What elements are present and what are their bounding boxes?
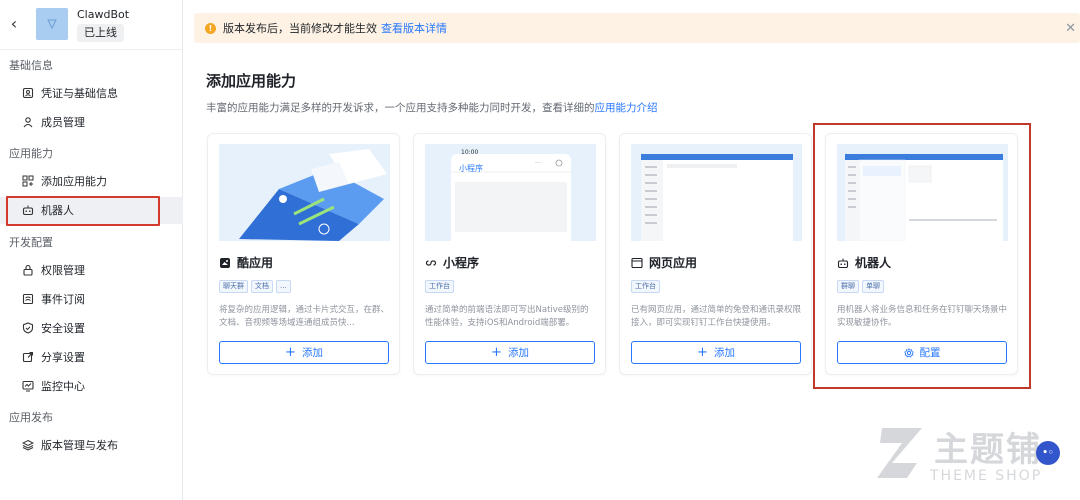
- app-status-badge: 已上线: [77, 24, 124, 42]
- card-description: 已有网页应用，通过简单的免登和通讯录权限接入，即可实现钉钉工作台快捷使用。: [631, 305, 802, 328]
- svg-text:···: ···: [535, 160, 541, 167]
- sidebar-item-events[interactable]: 事件订阅: [22, 289, 85, 309]
- sidebar-item-permissions[interactable]: 权限管理: [22, 260, 85, 280]
- add-web-app-button[interactable]: + 添加: [631, 341, 801, 364]
- web-app-icon: [631, 257, 643, 269]
- sidebar-item-versions[interactable]: 版本管理与发布: [22, 435, 118, 455]
- plus-icon: +: [491, 345, 502, 360]
- share-icon: [22, 351, 34, 363]
- sidebar-item-label: 凭证与基础信息: [41, 87, 118, 100]
- section-title-capabilities: 应用能力: [9, 147, 53, 160]
- robot-card-highlight-box: [813, 123, 1031, 389]
- sidebar: ‹ ClawdBot 已上线 基础信息 凭证与基础信息 成员管理 应用能力 添加…: [0, 0, 183, 500]
- watermark-subtext: THEME SHOP: [930, 468, 1043, 484]
- view-version-details-link[interactable]: 查看版本详情: [381, 20, 447, 36]
- button-label: 添加: [713, 347, 735, 359]
- sidebar-item-label: 版本管理与发布: [41, 439, 118, 452]
- card-description: 通过简单的前端语法即可写出Native级别的性能体验，支持iOS和Android…: [425, 305, 589, 328]
- tag: 工作台: [631, 280, 660, 293]
- layers-icon: [22, 439, 34, 451]
- mini-program-icon: [425, 257, 437, 269]
- sidebar-item-label: 监控中心: [41, 380, 85, 393]
- event-icon: [22, 293, 34, 305]
- page-description-text: 丰富的应用能力满足多样的开发诉求，一个应用支持多种能力同时开发，查看详细的: [206, 102, 595, 114]
- card-tags: 工作台: [425, 280, 454, 293]
- sidebar-item-label: 成员管理: [41, 116, 85, 129]
- capability-intro-link[interactable]: 应用能力介绍: [595, 102, 658, 114]
- release-notice-bar: ! 版本发布后，当前修改才能生效 查看版本详情: [194, 13, 1080, 43]
- grid-add-icon: [22, 175, 34, 187]
- chat-assistant-icon[interactable]: •◦: [1036, 441, 1060, 465]
- app-name: ClawdBot: [77, 8, 130, 21]
- tag: 聊天群: [219, 280, 248, 293]
- button-label: 添加: [507, 347, 529, 359]
- shield-icon: [22, 322, 34, 334]
- lock-icon: [22, 264, 34, 276]
- add-cool-app-button[interactable]: + 添加: [219, 341, 389, 364]
- monitor-icon: [22, 380, 34, 392]
- card-tags: 工作台: [631, 280, 660, 293]
- add-mini-program-button[interactable]: + 添加: [425, 341, 595, 364]
- card-title-text: 网页应用: [649, 256, 698, 270]
- sidebar-item-add-capability[interactable]: 添加应用能力: [22, 171, 107, 191]
- member-icon: [22, 116, 34, 128]
- card-title-text: 小程序: [443, 256, 480, 270]
- cool-app-preview-image: [219, 144, 390, 241]
- page-title: 添加应用能力: [206, 72, 297, 90]
- preview-title: 小程序: [459, 164, 483, 173]
- tag: 文档: [251, 280, 273, 293]
- robot-highlight-box: [6, 196, 160, 226]
- sidebar-item-label: 分享设置: [41, 351, 85, 364]
- mini-program-preview-image: ··· 10:00 小程序: [425, 144, 596, 241]
- close-icon[interactable]: ✕: [1065, 21, 1076, 36]
- sidebar-item-monitor[interactable]: 监控中心: [22, 376, 85, 396]
- sidebar-item-label: 安全设置: [41, 322, 85, 335]
- capability-card-web-app: 网页应用 工作台 已有网页应用，通过简单的免登和通讯录权限接入，即可实现钉钉工作…: [619, 133, 812, 375]
- sidebar-item-members[interactable]: 成员管理: [22, 112, 85, 132]
- watermark-text: 主题铺: [934, 430, 1042, 470]
- warning-icon: !: [205, 22, 216, 34]
- tag: 工作台: [425, 280, 454, 293]
- page-description: 丰富的应用能力满足多样的开发诉求，一个应用支持多种能力同时开发，查看详细的应用能…: [206, 100, 658, 115]
- app-header: ‹ ClawdBot 已上线: [0, 0, 182, 50]
- sidebar-item-share[interactable]: 分享设置: [22, 347, 85, 367]
- preview-time: 10:00: [461, 149, 479, 156]
- capability-card-cool-app: 酷应用 聊天群 文档 ... 将复杂的应用逻辑，通过卡片式交互，在群、文档、音视…: [207, 133, 400, 375]
- plus-icon: +: [285, 345, 296, 360]
- section-title-release: 应用发布: [9, 411, 53, 424]
- section-title-basic: 基础信息: [9, 59, 53, 72]
- card-description: 将复杂的应用逻辑，通过卡片式交互，在群、文档、音视频等场域连通组成员快...: [219, 305, 390, 328]
- card-title-text: 酷应用: [237, 256, 274, 270]
- notice-text: 版本发布后，当前修改才能生效: [223, 22, 377, 35]
- tag: ...: [276, 280, 291, 293]
- app-logo: [36, 8, 68, 40]
- plus-icon: +: [697, 345, 708, 360]
- capability-card-mini-program: ··· 10:00 小程序 小程序 工作台 通过简单的前端语法即可写出Nativ…: [413, 133, 606, 375]
- card-tags: 聊天群 文档 ...: [219, 280, 291, 293]
- app-logo-icon: [47, 19, 57, 30]
- sidebar-item-label: 添加应用能力: [41, 175, 107, 188]
- cool-app-icon: [219, 257, 231, 269]
- section-title-dev-config: 开发配置: [9, 236, 53, 249]
- card-title: 网页应用: [631, 254, 697, 271]
- credential-icon: [22, 87, 34, 99]
- sidebar-item-label: 事件订阅: [41, 293, 85, 306]
- web-app-preview-image: [631, 144, 802, 241]
- button-label: 添加: [301, 347, 323, 359]
- card-title: 酷应用: [219, 254, 273, 271]
- watermark-logo: [877, 428, 922, 478]
- sidebar-item-security[interactable]: 安全设置: [22, 318, 85, 338]
- sidebar-item-label: 权限管理: [41, 264, 85, 277]
- sidebar-item-credentials[interactable]: 凭证与基础信息: [22, 83, 118, 103]
- card-title: 小程序: [425, 254, 479, 271]
- back-arrow-icon[interactable]: ‹: [6, 14, 22, 34]
